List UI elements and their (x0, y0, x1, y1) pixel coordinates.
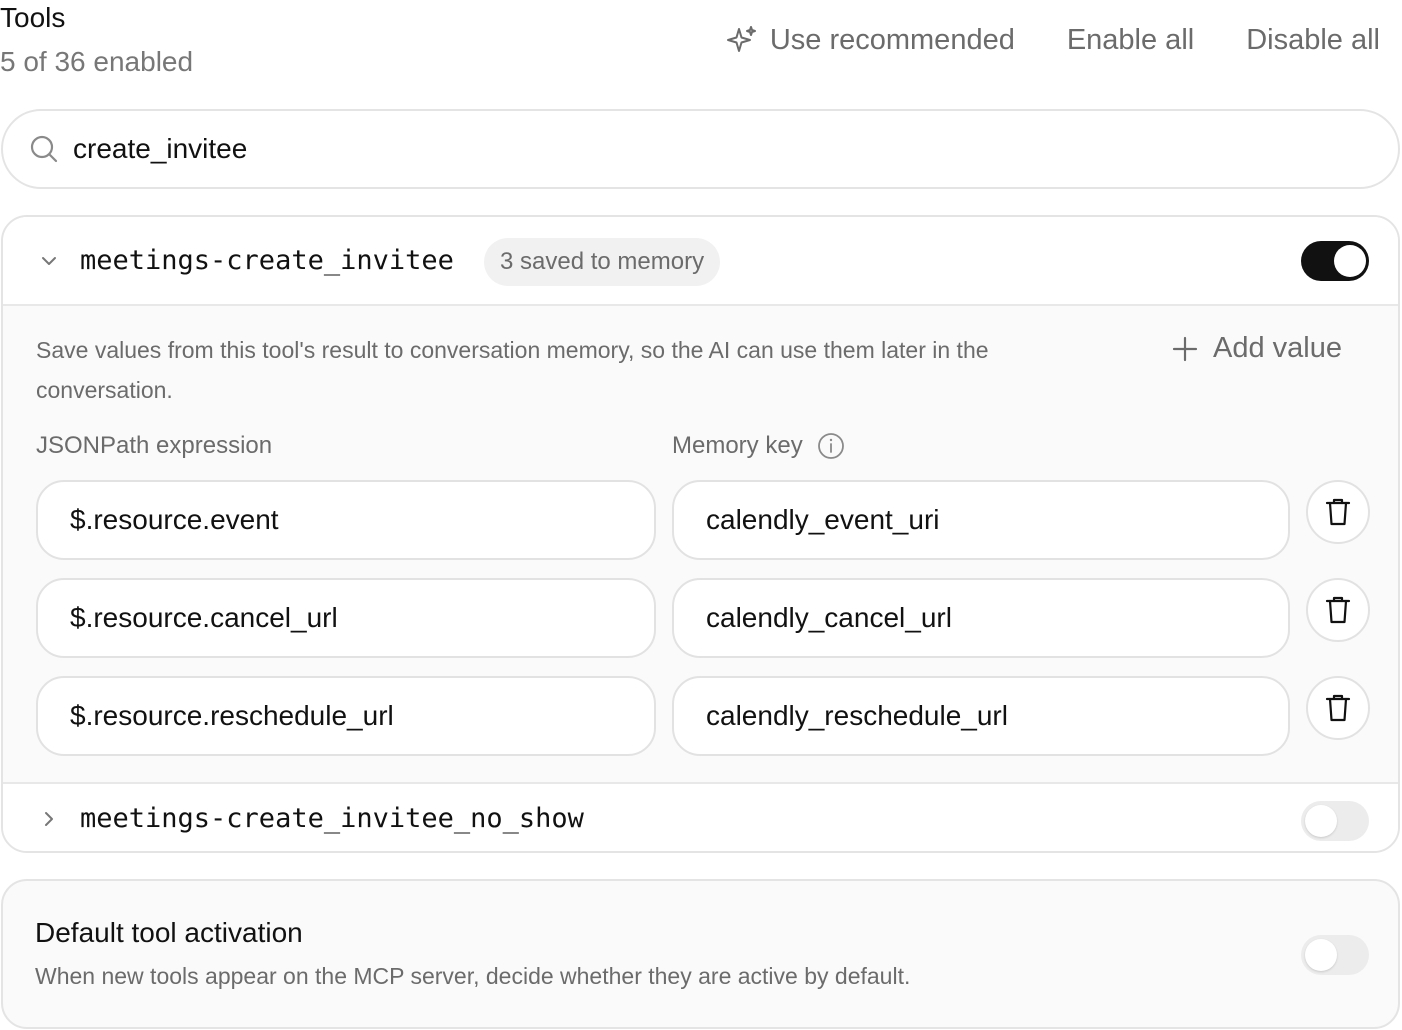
sparkles-icon (726, 25, 756, 52)
memory-mapping-panel: Save values from this tool's result to c… (3, 306, 1398, 782)
tool-toggle[interactable] (1301, 801, 1369, 841)
memory-key-column-label: Memory key (672, 432, 845, 460)
tool-row-meetings-create-invitee-no-show[interactable]: meetings-create_invitee_no_show (3, 782, 1398, 851)
memory-key-field (672, 578, 1290, 658)
memory-key-input[interactable] (706, 504, 1288, 536)
jsonpath-label: JSONPath expression (36, 432, 273, 459)
memory-key-input[interactable] (706, 602, 1288, 634)
enabled-count: 5 of 36 enabled (0, 46, 194, 77)
delete-mapping-button[interactable] (1306, 578, 1370, 642)
chevron-right-icon[interactable] (39, 809, 59, 829)
toggle-knob (1305, 805, 1337, 837)
default-activation-card: Default tool activation When new tools a… (1, 879, 1400, 1029)
tool-name: meetings-create_invitee (80, 245, 454, 276)
use-recommended-button[interactable]: Use recommended (726, 24, 1015, 57)
jsonpath-field (36, 676, 656, 756)
toggle-knob (1305, 939, 1337, 971)
tool-name: meetings-create_invitee_no_show (80, 803, 584, 834)
tool-row-meetings-create-invitee[interactable]: meetings-create_invitee 3 saved to memor… (3, 217, 1398, 306)
memory-badge: 3 saved to memory (484, 238, 721, 286)
memory-key-field (672, 676, 1290, 756)
default-activation-title: Default tool activation (35, 917, 303, 948)
tool-toggle[interactable] (1301, 241, 1369, 281)
search-bar (1, 109, 1400, 189)
delete-mapping-button[interactable] (1306, 676, 1370, 740)
default-activation-toggle[interactable] (1301, 935, 1369, 975)
page-title: Tools (0, 2, 66, 33)
add-value-label: Add value (1213, 332, 1342, 364)
jsonpath-input[interactable] (70, 504, 654, 536)
delete-mapping-button[interactable] (1306, 480, 1370, 544)
search-input[interactable] (73, 133, 1273, 165)
jsonpath-input[interactable] (70, 700, 654, 732)
memory-description: Save values from this tool's result to c… (36, 337, 989, 403)
tools-list: meetings-create_invitee 3 saved to memor… (1, 215, 1400, 853)
use-recommended-label: Use recommended (769, 24, 1015, 56)
chevron-down-icon[interactable] (39, 251, 59, 271)
jsonpath-input[interactable] (70, 602, 654, 634)
memory-key-input[interactable] (706, 700, 1288, 732)
trash-icon (1325, 694, 1351, 722)
default-activation-description: When new tools appear on the MCP server,… (35, 963, 911, 989)
header-actions: Use recommended Enable all Disable all (726, 24, 1380, 57)
tools-header: Tools 5 of 36 enabled Use recommended En… (0, 0, 1402, 100)
memory-key-field (672, 480, 1290, 560)
search-icon (30, 135, 58, 163)
disable-all-button[interactable]: Disable all (1246, 24, 1380, 57)
trash-icon (1325, 596, 1351, 624)
add-value-button[interactable]: Add value (1171, 332, 1342, 365)
info-icon[interactable] (817, 432, 845, 460)
enable-all-button[interactable]: Enable all (1067, 24, 1194, 57)
jsonpath-column-label: JSONPath expression (36, 432, 272, 460)
jsonpath-field (36, 578, 656, 658)
plus-icon (1172, 336, 1198, 361)
toggle-knob (1334, 245, 1366, 277)
jsonpath-field (36, 480, 656, 560)
trash-icon (1325, 498, 1351, 526)
memory-key-label: Memory key (672, 432, 803, 459)
